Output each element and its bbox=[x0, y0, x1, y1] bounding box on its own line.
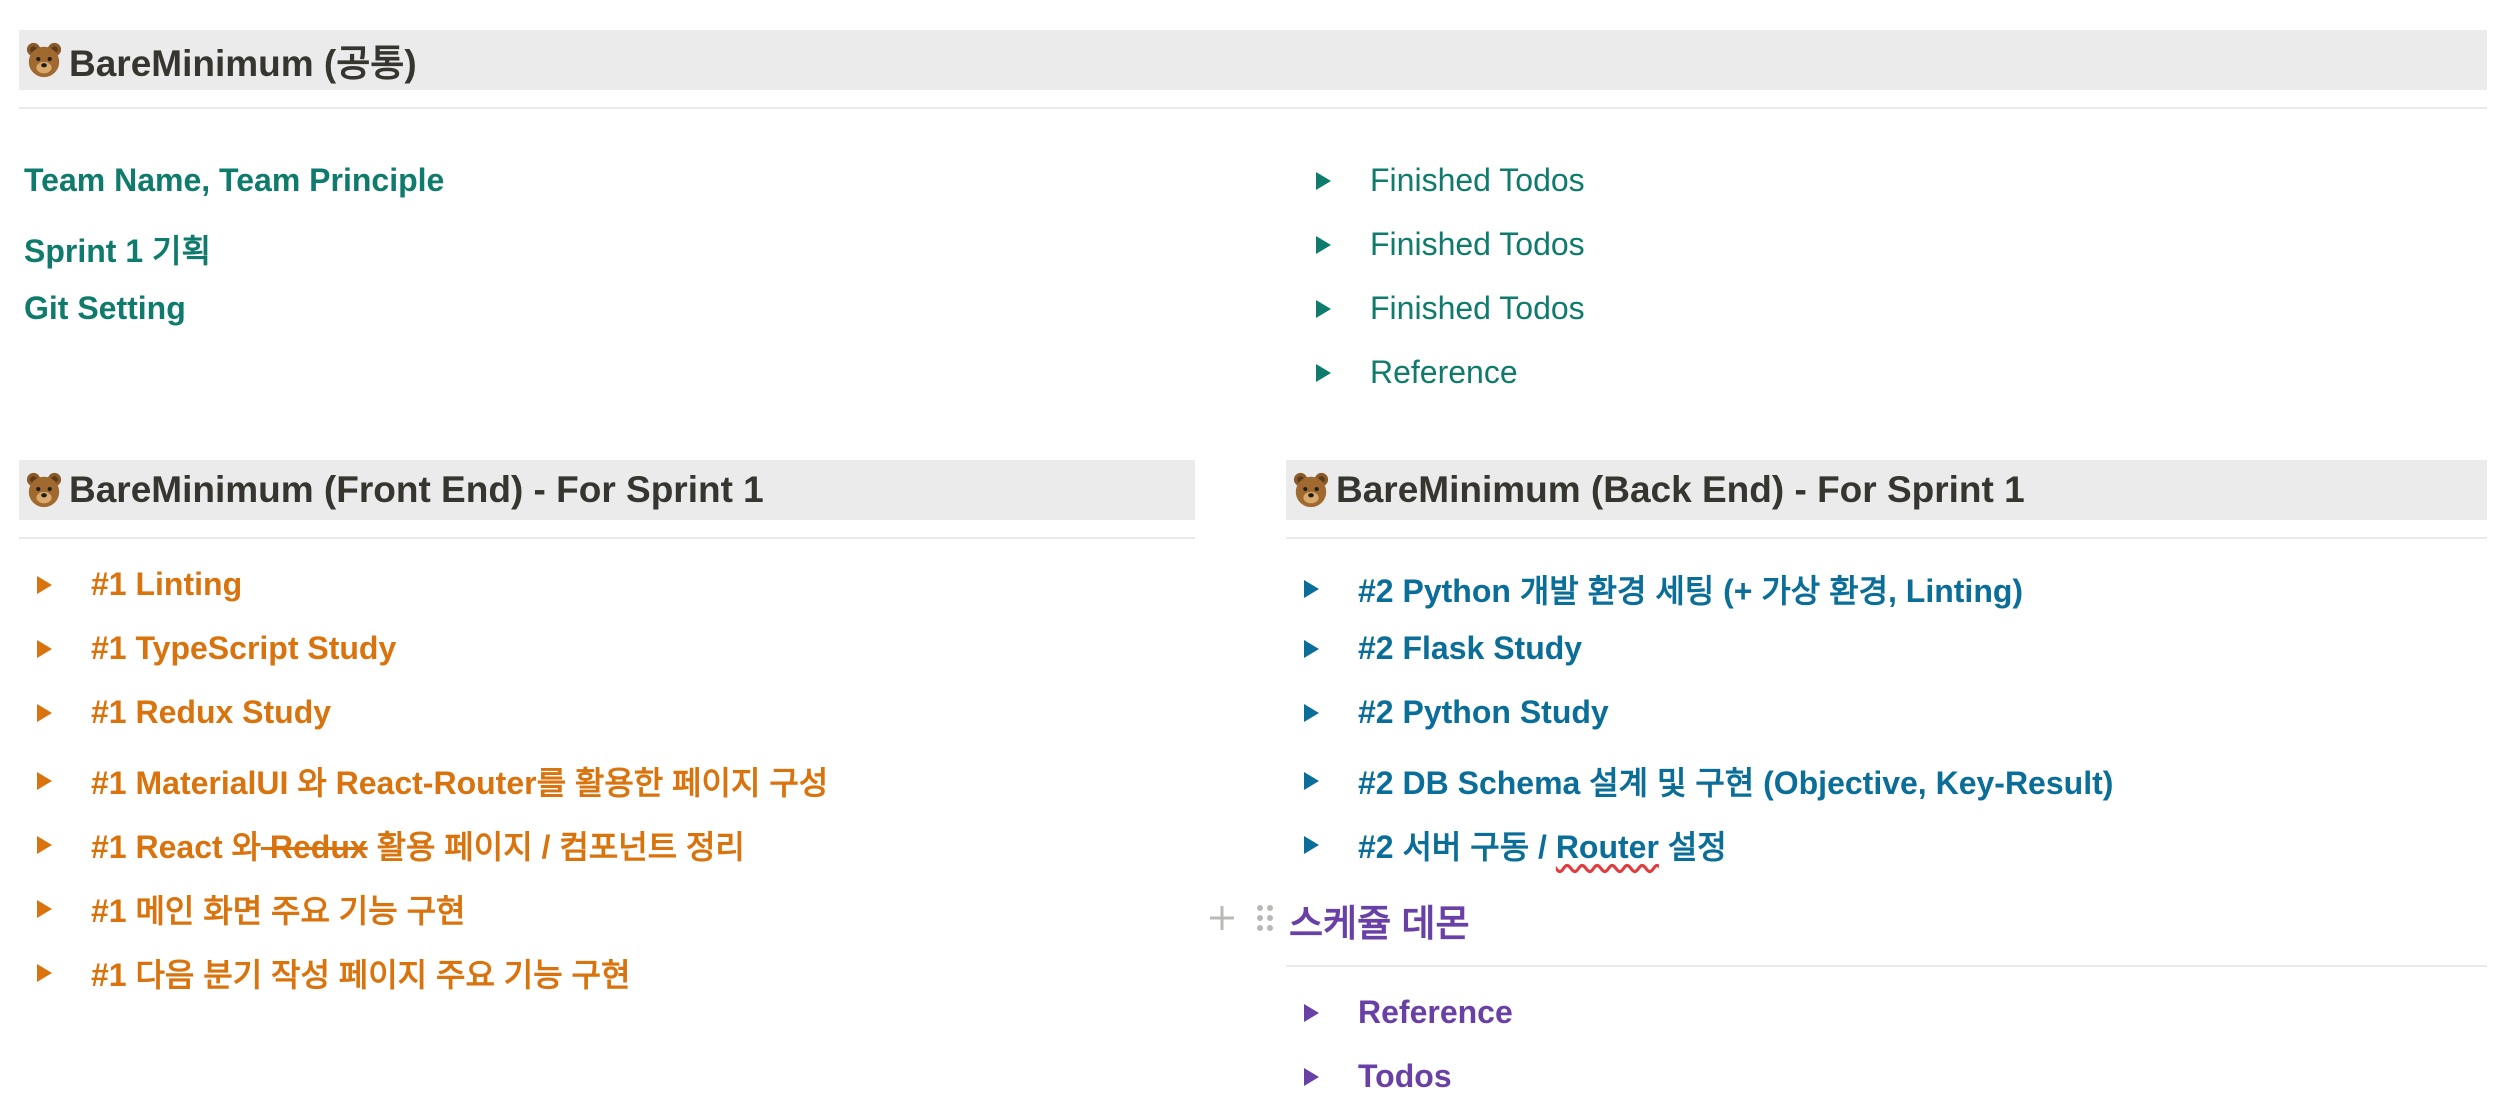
triangle-right-icon bbox=[37, 772, 52, 790]
frontend-header: BareMinimum (Front End) - For Sprint 1 bbox=[19, 460, 1195, 520]
triangle-right-icon bbox=[1304, 703, 1319, 722]
schedule-item-reference[interactable]: Reference bbox=[1304, 994, 1513, 1031]
backend-item-server-router[interactable]: #2 서버 구동 / Router 설정 bbox=[1304, 822, 1727, 868]
frontend-item-react-components[interactable]: #1 React 와 Redux 활용 페이지 / 컴포넌트 정리 bbox=[37, 822, 745, 868]
common-header: BareMinimum (공통) bbox=[19, 30, 2487, 90]
backend-title: BareMinimum (Back End) - For Sprint 1 bbox=[1336, 469, 2025, 510]
triangle-right-icon bbox=[1304, 836, 1319, 854]
frontend-item-next-quarter[interactable]: #1 다음 분기 작성 페이지 주요 기능 구현 bbox=[37, 950, 630, 996]
toggle-reference[interactable]: Reference bbox=[1316, 354, 1518, 391]
triangle-right-icon bbox=[37, 964, 52, 982]
frontend-item-materialui[interactable]: #1 MaterialUI 와 React-Router를 활용한 페이지 구성 bbox=[37, 758, 828, 804]
frontend-item-main-screen[interactable]: #1 메인 화면 주요 기능 구현 bbox=[37, 886, 465, 932]
triangle-right-icon bbox=[1316, 235, 1331, 254]
triangle-right-icon bbox=[37, 639, 52, 658]
schedule-daemon-heading[interactable]: 스케쥴 데몬 bbox=[1289, 893, 1469, 947]
backend-divider bbox=[1286, 537, 2487, 539]
schedule-item-todos[interactable]: Todos bbox=[1304, 1058, 1452, 1095]
backend-item-db-schema[interactable]: #2 DB Schema 설계 및 구현 (Objective, Key-Res… bbox=[1304, 758, 2113, 804]
schedule-divider bbox=[1286, 965, 2487, 967]
triangle-right-icon bbox=[1304, 772, 1319, 790]
link-team-name[interactable]: Team Name, Team Principle bbox=[24, 162, 444, 199]
triangle-right-icon bbox=[37, 836, 52, 854]
triangle-right-icon bbox=[1304, 639, 1319, 658]
triangle-right-icon bbox=[1304, 580, 1319, 598]
frontend-divider bbox=[19, 537, 1195, 539]
plus-icon[interactable] bbox=[1207, 903, 1237, 933]
triangle-right-icon bbox=[1304, 1003, 1319, 1022]
link-git-setting[interactable]: Git Setting bbox=[24, 290, 186, 327]
common-divider bbox=[19, 107, 2487, 109]
backend-header: BareMinimum (Back End) - For Sprint 1 bbox=[1286, 460, 2487, 520]
bear-face-icon bbox=[26, 42, 62, 78]
triangle-right-icon bbox=[1316, 363, 1331, 382]
frontend-item-typescript[interactable]: #1 TypeScript Study bbox=[37, 630, 396, 667]
frontend-item-linting[interactable]: #1 Linting bbox=[37, 566, 242, 603]
struck-text: Redux bbox=[260, 829, 368, 865]
frontend-item-redux[interactable]: #1 Redux Study bbox=[37, 694, 331, 731]
backend-item-python-env[interactable]: #2 Python 개발 환경 세팅 (+ 가상 환경, Linting) bbox=[1304, 566, 2023, 612]
backend-item-flask[interactable]: #2 Flask Study bbox=[1304, 630, 1582, 667]
toggle-finished-todos-1[interactable]: Finished Todos bbox=[1316, 162, 1585, 199]
common-title: BareMinimum (공통) bbox=[69, 43, 417, 84]
bear-face-icon bbox=[26, 472, 62, 508]
backend-item-python-study[interactable]: #2 Python Study bbox=[1304, 694, 1609, 731]
triangle-right-icon bbox=[1304, 1067, 1319, 1086]
link-sprint-1-plan[interactable]: Sprint 1 기획 bbox=[24, 226, 211, 272]
misspelled-word: Router bbox=[1555, 829, 1659, 865]
triangle-right-icon bbox=[1316, 299, 1331, 318]
frontend-title: BareMinimum (Front End) - For Sprint 1 bbox=[69, 469, 764, 510]
bear-face-icon bbox=[1293, 472, 1329, 508]
triangle-right-icon bbox=[37, 575, 52, 594]
toggle-finished-todos-2[interactable]: Finished Todos bbox=[1316, 226, 1585, 263]
drag-handle-icon[interactable] bbox=[1255, 903, 1275, 933]
triangle-right-icon bbox=[37, 703, 52, 722]
triangle-right-icon bbox=[1316, 171, 1331, 190]
triangle-right-icon bbox=[37, 900, 52, 918]
toggle-finished-todos-3[interactable]: Finished Todos bbox=[1316, 290, 1585, 327]
